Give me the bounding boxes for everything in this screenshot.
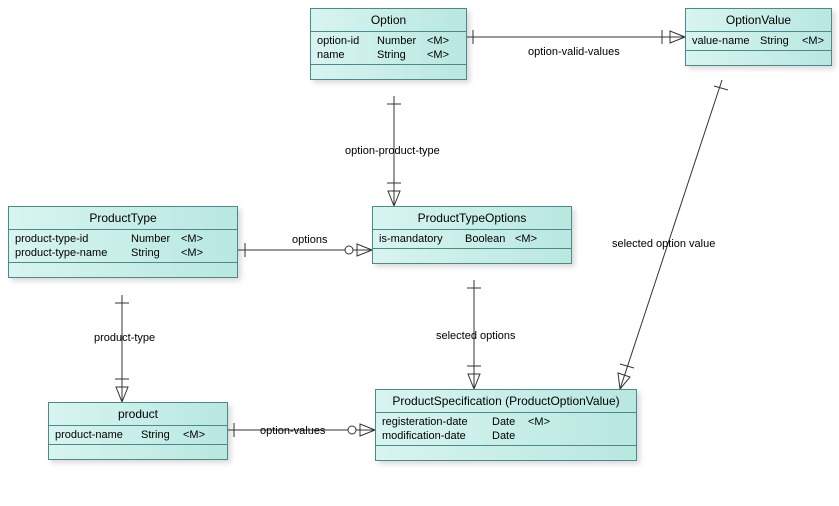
entity-producttypeoptions-row: is-mandatory Boolean <M>	[373, 232, 571, 246]
rel-option-product-type: option-product-type	[345, 145, 440, 157]
entity-producttype: ProductType product-type-id Number <M> p…	[8, 206, 238, 278]
entity-productspec-row: registeration-date Date <M>	[376, 415, 636, 429]
rel-option-valid-values: option-valid-values	[528, 46, 620, 58]
rel-selected-options: selected options	[436, 330, 516, 342]
entity-producttype-row: product-type-name String <M>	[9, 246, 237, 260]
rel-product-type: product-type	[94, 332, 155, 344]
entity-optionvalue: OptionValue value-name String <M>	[685, 8, 832, 66]
entity-product-row: product-name String <M>	[49, 428, 227, 442]
rel-option-values: option-values	[260, 425, 325, 437]
entity-productspec-row: modification-date Date	[376, 429, 636, 443]
entity-option-title: Option	[311, 9, 466, 32]
entity-option: Option option-id Number <M> name String …	[310, 8, 467, 80]
entity-productspec: ProductSpecification (ProductOptionValue…	[375, 389, 637, 461]
entity-optionvalue-row: value-name String <M>	[686, 34, 831, 48]
rel-options: options	[292, 234, 327, 246]
entity-producttype-row: product-type-id Number <M>	[9, 232, 237, 246]
entity-producttypeoptions-title: ProductTypeOptions	[373, 207, 571, 230]
entity-optionvalue-title: OptionValue	[686, 9, 831, 32]
entity-option-row: name String <M>	[311, 48, 466, 62]
entity-producttype-title: ProductType	[9, 207, 237, 230]
rel-selected-option-value: selected option value	[612, 238, 715, 250]
entity-producttypeoptions: ProductTypeOptions is-mandatory Boolean …	[372, 206, 572, 264]
entity-product-title: product	[49, 403, 227, 426]
entity-product: product product-name String <M>	[48, 402, 228, 460]
entity-option-row: option-id Number <M>	[311, 34, 466, 48]
entity-productspec-title: ProductSpecification (ProductOptionValue…	[376, 390, 636, 413]
